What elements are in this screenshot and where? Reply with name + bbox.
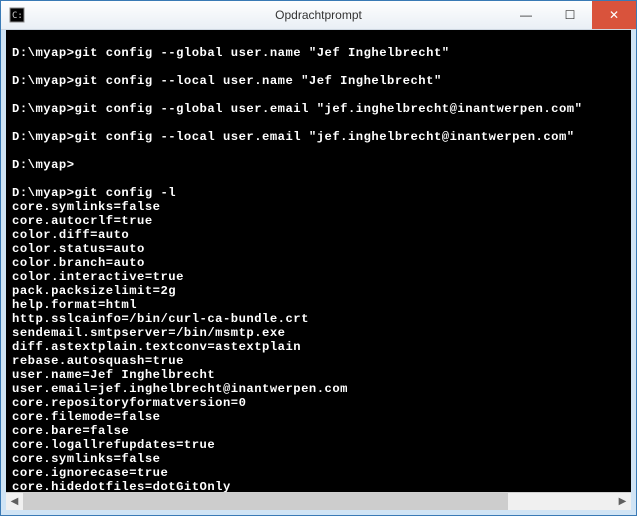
minimize-button[interactable]: — [504,1,548,29]
terminal-output: D:\myap>git config --global user.name "J… [6,42,631,492]
scrollbar-thumb[interactable] [23,493,508,510]
app-icon: C: [9,7,25,23]
title-bar[interactable]: C: Opdrachtprompt — ☐ ✕ [1,1,636,30]
terminal-viewport[interactable]: D:\myap>git config --global user.name "J… [6,30,631,492]
window-controls: — ☐ ✕ [504,1,636,29]
horizontal-scrollbar[interactable]: ◀ ▶ [6,492,631,510]
minimize-icon: — [520,8,532,22]
chevron-left-icon: ◀ [11,496,19,507]
close-icon: ✕ [609,8,619,22]
chevron-right-icon: ▶ [619,496,627,507]
scroll-right-button[interactable]: ▶ [614,493,631,510]
command-prompt-window: C: Opdrachtprompt — ☐ ✕ D:\myap>git conf… [0,0,637,516]
maximize-button[interactable]: ☐ [548,1,592,29]
maximize-icon: ☐ [565,8,576,22]
close-button[interactable]: ✕ [592,1,636,29]
scroll-left-button[interactable]: ◀ [6,493,23,510]
scrollbar-track[interactable] [23,493,614,510]
svg-text:C:: C: [12,11,23,21]
